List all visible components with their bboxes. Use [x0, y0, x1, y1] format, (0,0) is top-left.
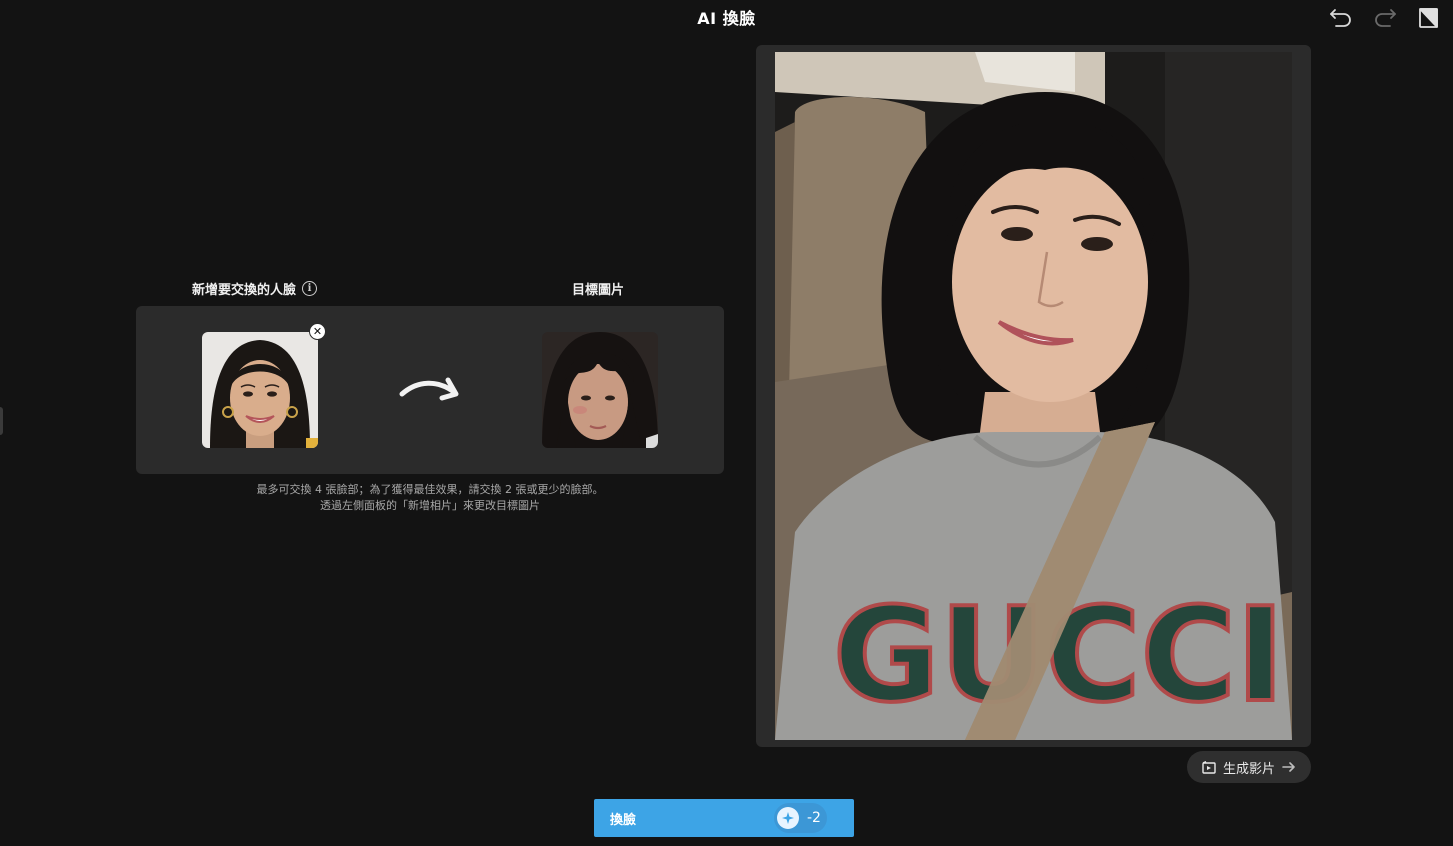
page-title: AI 換臉 [697, 9, 756, 28]
credit-icon [777, 807, 799, 829]
result-preview-image: GUCCI [775, 52, 1292, 740]
info-icon[interactable]: i [302, 281, 318, 296]
redo-icon[interactable] [1371, 4, 1399, 32]
target-column-header: 目標圖片 [572, 279, 624, 298]
video-icon [1202, 760, 1216, 774]
ai-face-swap-page: AI 換臉 新增要交換的人臉 i 目標圖片 ✕ 最多可交換 4 張臉部；為了獲得… [0, 0, 1453, 846]
remove-face-button[interactable]: ✕ [309, 323, 326, 340]
face-label: 新增要交換的人臉 [192, 283, 297, 298]
credit-cost: -2 [807, 810, 821, 826]
generate-video-button[interactable]: 生成影片 [1187, 751, 1311, 783]
hint-line-2: 透過左側面板的「新增相片」來更改目標圖片 [320, 499, 540, 512]
swap-face-label: 換臉 [610, 813, 637, 828]
face-column-header: 新增要交換的人臉 i [192, 279, 318, 298]
undo-icon[interactable] [1327, 4, 1355, 32]
arrow-right-icon [1282, 762, 1295, 772]
left-panel-handle[interactable] [0, 407, 3, 435]
swap-face-button[interactable]: 換臉 -2 [594, 799, 854, 837]
credit-cost-badge: -2 [774, 803, 827, 833]
compare-icon[interactable] [1415, 4, 1443, 32]
target-label: 目標圖片 [572, 283, 625, 298]
swap-arrow-icon [398, 372, 462, 410]
target-image-thumbnail[interactable] [542, 332, 658, 448]
hint-line-1: 最多可交換 4 張臉部；為了獲得最佳效果，請交換 2 張或更少的臉部。 [256, 483, 604, 496]
generate-video-label: 生成影片 [1222, 761, 1275, 777]
source-face-thumbnail[interactable] [202, 332, 318, 448]
